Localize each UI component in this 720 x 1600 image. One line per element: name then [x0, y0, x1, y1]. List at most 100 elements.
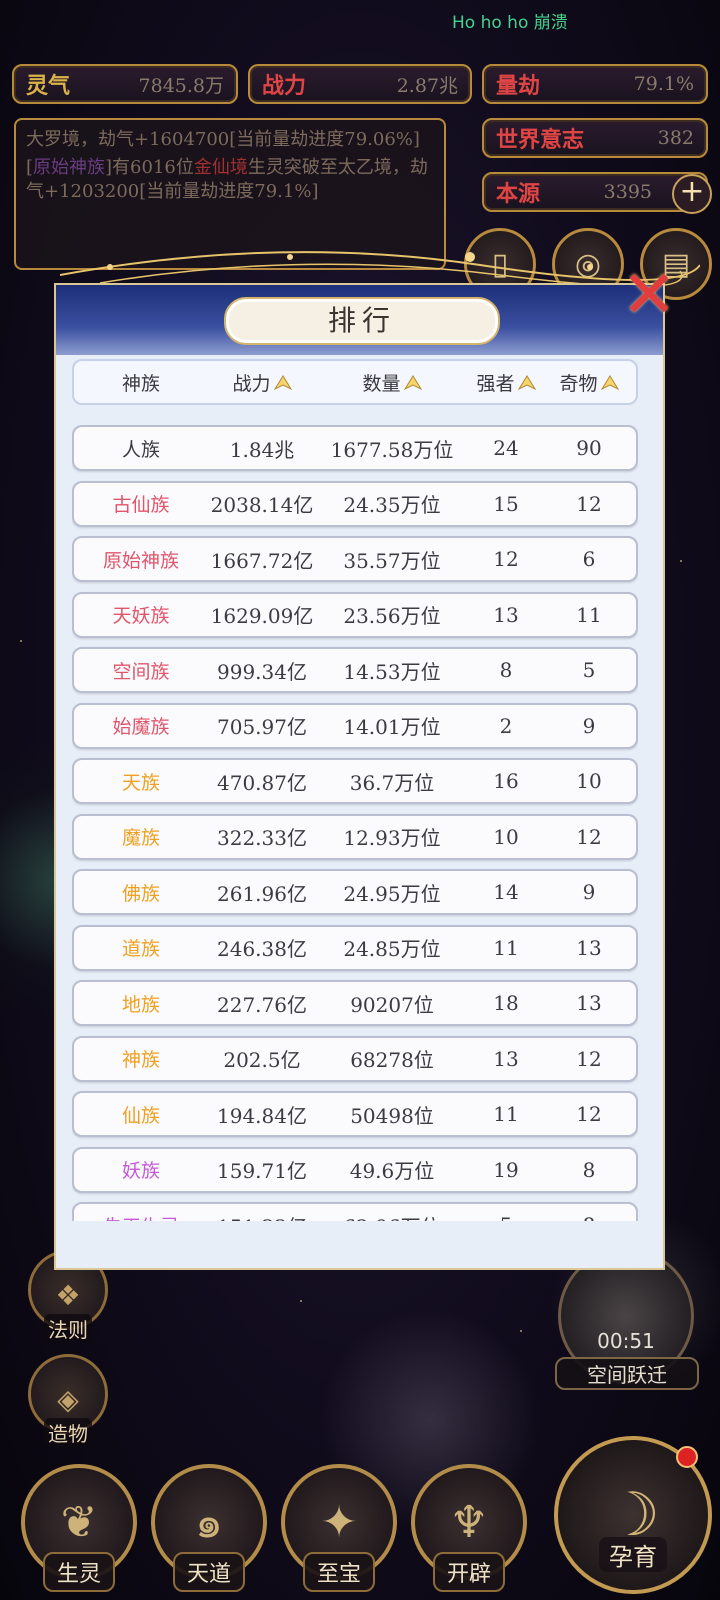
table-row[interactable]: 人族 1.84兆 1677.58万位 24 90 — [72, 425, 638, 471]
power-value: 322.33亿 — [217, 826, 307, 850]
lingqi-stat: 灵气 7845.8万 — [12, 64, 238, 104]
sheng-ling-label: 生灵 — [42, 1552, 115, 1592]
ranking-modal: 排行 神族 战力 数量 强者 奇物 人族 1.84兆 1677.58万位 24 90 古仙… — [54, 283, 665, 1270]
zhi-bao-label: 至宝 — [302, 1552, 375, 1592]
strong-value: 12 — [493, 547, 519, 571]
table-row[interactable]: 佛族 261.96亿 24.95万位 14 9 — [72, 869, 638, 915]
table-row[interactable]: 魔族 322.33亿 12.93万位 10 12 — [72, 813, 638, 860]
close-button[interactable]: ✕ — [614, 262, 684, 328]
table-row[interactable]: 天族 470.87亿 36.7万位 16 10 — [72, 758, 638, 804]
power-value: 246.38亿 — [217, 937, 307, 961]
items-value: 13 — [576, 991, 602, 1015]
clan-name: 古仙族 — [112, 494, 170, 516]
star-decoration — [300, 1300, 302, 1302]
strong-value: 16 — [493, 769, 519, 793]
zao-wu-button[interactable]: ◈ 造物 — [28, 1354, 108, 1447]
items-value: 11 — [576, 602, 602, 627]
clan-name: 先天生灵 — [74, 1212, 208, 1222]
yun-yu-button[interactable]: ☽ 孕育 — [554, 1436, 712, 1594]
creation-icon: ◈ — [57, 1383, 79, 1416]
count-value: 12.93万位 — [343, 826, 441, 850]
table-row[interactable]: 始魔族 705.97亿 14.01万位 2 9 — [72, 702, 638, 749]
strong-value: 13 — [493, 1046, 519, 1071]
table-row[interactable]: 仙族 194.84亿 50498位 11 12 — [72, 1091, 638, 1137]
strong-value: 13 — [493, 602, 519, 627]
items-value: 8 — [544, 1213, 634, 1221]
strong-value: 8 — [499, 658, 513, 682]
power-value: 227.76亿 — [217, 992, 307, 1017]
sort-arrow-icon — [600, 374, 619, 390]
table-row[interactable]: 妖族 159.71亿 49.6万位 19 8 — [72, 1146, 638, 1193]
kai-pi-button[interactable]: ♆ 开辟 — [408, 1452, 530, 1592]
warp-label: 空间跃迁 — [555, 1357, 699, 1390]
items-value: 6 — [582, 547, 596, 571]
liangjie-value: 79.1% — [633, 73, 694, 95]
table-row[interactable]: 原始神族 1667.72亿 35.57万位 12 6 — [72, 536, 638, 582]
clan-name: 妖族 — [121, 1160, 160, 1182]
add-benyuan-button[interactable]: + — [672, 174, 712, 214]
zhanli-value: 2.87兆 — [396, 74, 458, 97]
benyuan-value: 3395 — [603, 181, 652, 203]
clan-name: 始魔族 — [112, 716, 170, 738]
count-value: 24.85万位 — [343, 937, 441, 961]
items-value: 10 — [576, 769, 602, 793]
strong-value: 15 — [493, 491, 519, 516]
table-row[interactable]: 天妖族 1629.09亿 23.56万位 13 11 — [72, 591, 638, 638]
tian-dao-button[interactable]: ๑ 天道 — [148, 1452, 270, 1592]
count-value: 35.57万位 — [343, 548, 441, 573]
warp-timer: 00:51 — [597, 1329, 655, 1353]
table-row[interactable]: 神族 202.5亿 68278位 13 12 — [72, 1035, 638, 1082]
items-value: 8 — [582, 1157, 596, 1182]
count-value: 1677.58万位 — [330, 437, 454, 462]
table-row[interactable]: 先天生灵151.33亿62.96万位58 — [72, 1202, 638, 1221]
header-count[interactable]: 数量 — [316, 369, 468, 396]
star-decoration — [520, 1330, 522, 1332]
table-header: 神族 战力 数量 强者 奇物 — [72, 359, 638, 405]
table-row[interactable]: 地族 227.76亿 90207位 18 13 — [72, 980, 638, 1026]
sheng-ling-button[interactable]: ❦ 生灵 — [18, 1452, 140, 1592]
clan-name: 地族 — [121, 993, 160, 1016]
shijie-value: 382 — [657, 127, 694, 149]
modal-header: 排行 — [56, 285, 663, 355]
power-value: 1.84兆 — [229, 437, 295, 462]
zhanli-stat: 战力 2.87兆 — [248, 64, 472, 104]
zhi-bao-button[interactable]: ✦ 至宝 — [278, 1452, 400, 1592]
strong-value: 10 — [493, 824, 519, 849]
sort-arrow-icon — [273, 374, 292, 390]
count-value: 50498位 — [350, 1103, 434, 1128]
count-value: 90207位 — [350, 992, 434, 1017]
star-decoration — [680, 560, 682, 562]
count-value: 14.53万位 — [343, 659, 441, 684]
yun-yu-label: 孕育 — [599, 1537, 667, 1572]
notification-dot — [676, 1446, 698, 1468]
count-value: 36.7万位 — [349, 770, 435, 795]
power-value: 470.87亿 — [217, 770, 307, 795]
clan-name: 魔族 — [121, 827, 160, 849]
table-row[interactable]: 空间族 999.34亿 14.53万位 8 5 — [72, 647, 638, 693]
items-value: 12 — [576, 1102, 602, 1126]
strong-value: 24 — [493, 436, 519, 460]
power-value: 705.97亿 — [217, 715, 307, 739]
liangjie-stat[interactable]: 量劫 79.1% — [482, 64, 708, 104]
tian-dao-label: 天道 — [172, 1552, 245, 1592]
strong-value: 11 — [493, 935, 519, 960]
header-power[interactable]: 战力 — [208, 369, 316, 396]
lingqi-value: 7845.8万 — [138, 74, 224, 97]
fa-ze-label: 法则 — [44, 1314, 92, 1343]
clan-name: 道族 — [121, 938, 160, 960]
count-value: 49.6万位 — [349, 1159, 435, 1183]
ranking-list[interactable]: 人族 1.84兆 1677.58万位 24 90 古仙族 2038.14亿 24.35万位 15… — [72, 425, 638, 1221]
header-items[interactable]: 奇物 — [544, 369, 634, 396]
power-value: 151.33亿 — [208, 1211, 316, 1222]
table-row[interactable]: 古仙族 2038.14亿 24.35万位 15 12 — [72, 480, 638, 527]
power-value: 1667.72亿 — [210, 548, 314, 573]
table-row[interactable]: 道族 246.38亿 24.85万位 11 13 — [72, 924, 638, 971]
items-value: 13 — [576, 935, 602, 960]
shijie-stat[interactable]: 世界意志 382 — [482, 118, 708, 158]
strong-value: 5 — [468, 1213, 544, 1221]
power-value: 2038.14亿 — [210, 493, 314, 517]
lingqi-label: 灵气 — [26, 73, 71, 99]
star-decoration — [20, 640, 22, 642]
count-value: 68278位 — [350, 1048, 434, 1072]
header-strong[interactable]: 强者 — [468, 369, 544, 396]
